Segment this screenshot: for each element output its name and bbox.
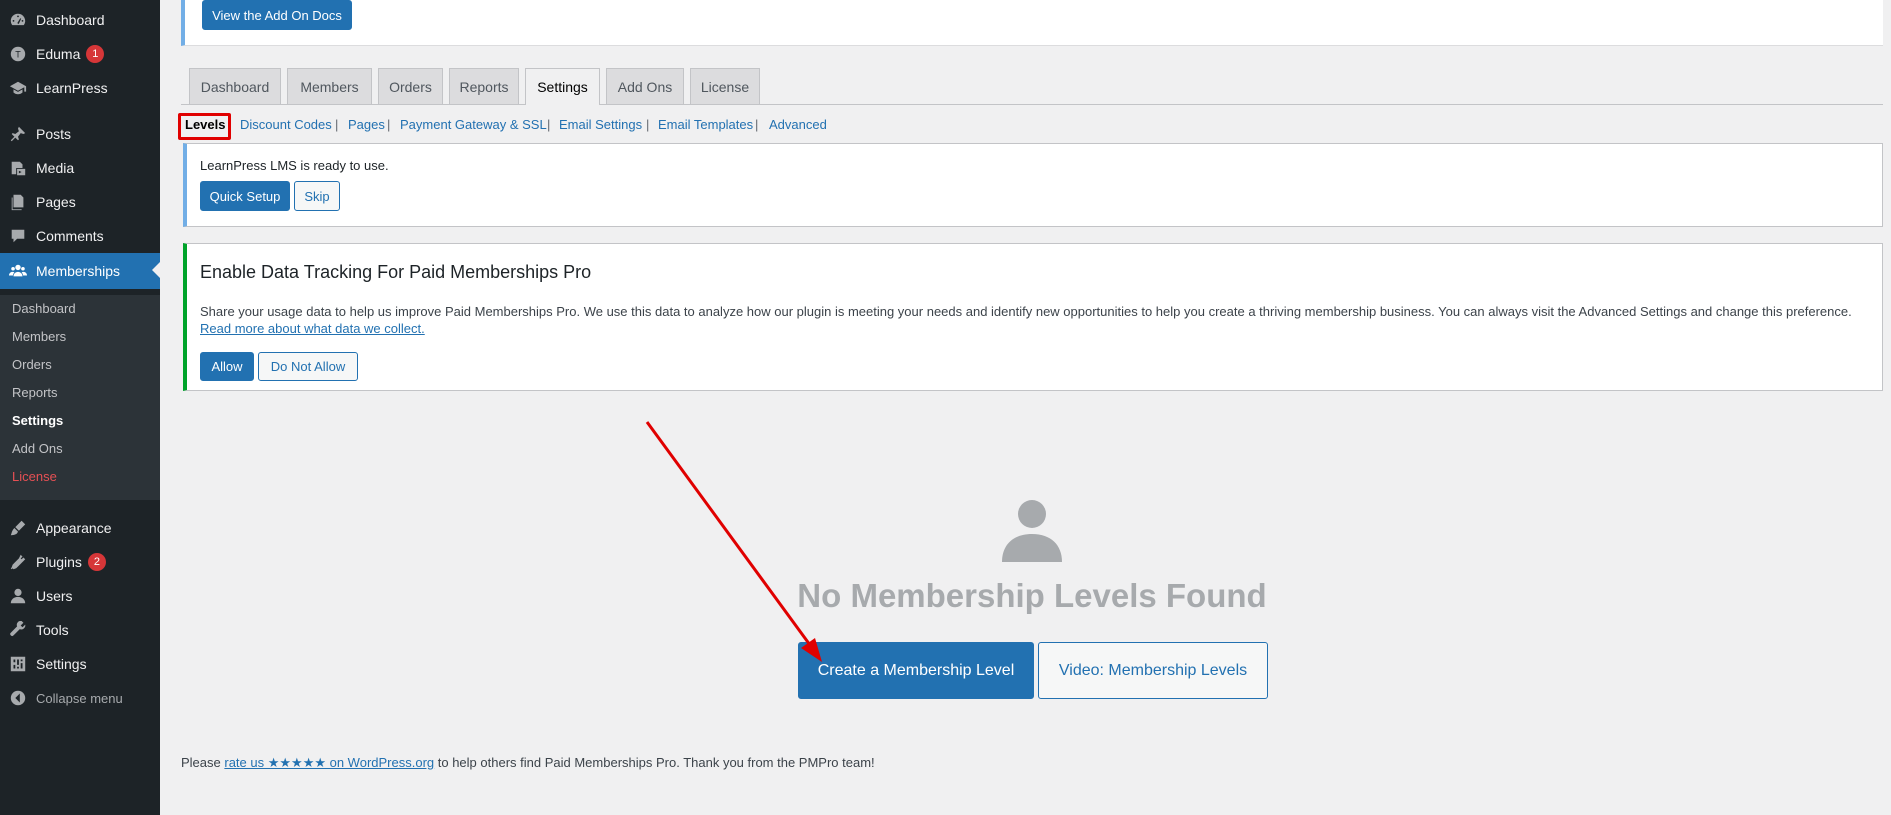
footer-after: to help others find Paid Memberships Pro…: [434, 755, 875, 770]
quick-setup-button[interactable]: Quick Setup: [200, 181, 290, 211]
pin-icon: [9, 125, 27, 143]
tabs-divider: [181, 104, 1883, 105]
subnav-discount-codes[interactable]: Discount Codes: [240, 117, 332, 132]
tab-add-ons[interactable]: Add Ons: [606, 68, 684, 104]
subnav-separator: |: [646, 117, 650, 132]
levels-highlight-box: [178, 113, 231, 140]
subnav-separator: |: [547, 117, 551, 132]
tab-license[interactable]: License: [690, 68, 760, 104]
subnav-separator: |: [755, 117, 759, 132]
menu-plugins[interactable]: Plugins 2: [0, 545, 160, 579]
rate-us-link[interactable]: rate us ★★★★★ on WordPress.org: [224, 755, 434, 770]
menu-label: LearnPress: [36, 80, 108, 96]
submenu-orders[interactable]: Orders: [12, 357, 52, 372]
view-add-on-docs-button[interactable]: View the Add On Docs: [202, 0, 352, 30]
svg-text:T: T: [15, 50, 21, 60]
menu-label: Users: [36, 588, 73, 604]
subnav-separator: |: [335, 117, 339, 132]
learnpress-icon: [9, 79, 27, 97]
menu-label: Pages: [36, 194, 76, 210]
comment-icon: [9, 227, 27, 245]
tab-reports[interactable]: Reports: [449, 68, 519, 104]
subnav-separator: |: [387, 117, 391, 132]
menu-label: Collapse menu: [36, 690, 123, 706]
menu-users[interactable]: Users: [0, 579, 160, 613]
collapse-icon: [9, 689, 27, 707]
collapse-menu-button[interactable]: Collapse menu: [0, 681, 160, 715]
dashboard-icon: [9, 11, 27, 29]
person-icon: [1002, 500, 1062, 562]
settings-icon: [9, 655, 27, 673]
menu-label: Comments: [36, 228, 104, 244]
user-icon: [9, 587, 27, 605]
add-on-docs-box: View the Add On Docs: [181, 0, 1883, 46]
menu-label: Plugins: [36, 554, 82, 570]
tab-orders[interactable]: Orders: [378, 68, 443, 104]
subnav-email-settings[interactable]: Email Settings: [559, 117, 642, 132]
menu-eduma[interactable]: T Eduma 1: [0, 37, 160, 71]
menu-appearance[interactable]: Appearance: [0, 511, 160, 545]
menu-comments[interactable]: Comments: [0, 219, 160, 253]
subnav-pages[interactable]: Pages: [348, 117, 385, 132]
submenu-add-ons[interactable]: Add Ons: [12, 441, 63, 456]
menu-posts[interactable]: Posts: [0, 117, 160, 151]
allow-button[interactable]: Allow: [200, 352, 254, 381]
pages-icon: [9, 193, 27, 211]
notice-title: Enable Data Tracking For Paid Membership…: [200, 262, 592, 282]
wrench-icon: [9, 621, 27, 639]
admin-sidebar: Dashboard T Eduma 1 LearnPress Posts Med…: [0, 0, 160, 815]
menu-label: Tools: [36, 622, 69, 638]
skip-button[interactable]: Skip: [294, 181, 340, 211]
menu-tools[interactable]: Tools: [0, 613, 160, 647]
menu-settings[interactable]: Settings: [0, 647, 160, 681]
learnpress-notice: LearnPress LMS is ready to use. Quick Se…: [183, 143, 1883, 227]
active-menu-arrow: [152, 262, 160, 278]
tab-settings[interactable]: Settings: [525, 68, 600, 105]
plugin-icon: [9, 553, 27, 571]
menu-dashboard[interactable]: Dashboard: [0, 3, 160, 37]
create-membership-level-button[interactable]: Create a Membership Level: [798, 642, 1034, 699]
notice-body-text: Share your usage data to help us improve…: [200, 304, 1852, 319]
update-badge: 2: [87, 553, 106, 571]
tab-dashboard[interactable]: Dashboard: [189, 68, 281, 104]
notice-body: Share your usage data to help us improve…: [200, 304, 1870, 338]
update-badge: 1: [86, 45, 105, 63]
menu-label: Appearance: [36, 520, 112, 536]
submenu-members[interactable]: Members: [12, 329, 66, 344]
menu-label: Dashboard: [36, 12, 105, 28]
data-tracking-notice: Enable Data Tracking For Paid Membership…: [183, 243, 1883, 391]
menu-label: Posts: [36, 126, 72, 142]
empty-state-title: No Membership Levels Found: [797, 577, 1267, 614]
menu-label: Eduma: [36, 46, 81, 62]
subnav-email-templates[interactable]: Email Templates: [658, 117, 753, 132]
notice-text: LearnPress LMS is ready to use.: [200, 158, 389, 173]
media-icon: [9, 159, 27, 177]
submenu-license[interactable]: License: [12, 469, 57, 484]
subnav-advanced[interactable]: Advanced: [769, 117, 827, 132]
video-membership-levels-button[interactable]: Video: Membership Levels: [1038, 642, 1268, 699]
menu-label: Media: [36, 160, 75, 176]
brush-icon: [9, 519, 27, 537]
eduma-icon: T: [9, 45, 27, 63]
footer-before: Please: [181, 755, 225, 770]
tab-members[interactable]: Members: [287, 68, 372, 104]
menu-memberships[interactable]: Memberships: [0, 253, 160, 289]
menu-media[interactable]: Media: [0, 151, 160, 185]
subnav-payment-gateway[interactable]: Payment Gateway & SSL: [400, 117, 547, 132]
menu-label: Settings: [36, 656, 87, 672]
menu-learnpress[interactable]: LearnPress: [0, 71, 160, 105]
memberships-submenu: Dashboard Members Orders Reports Setting…: [0, 295, 160, 500]
submenu-settings[interactable]: Settings: [12, 413, 63, 428]
menu-label: Memberships: [36, 263, 121, 279]
menu-pages[interactable]: Pages: [0, 185, 160, 219]
groups-icon: [9, 262, 27, 280]
submenu-dashboard[interactable]: Dashboard: [12, 301, 76, 316]
footer-text: Please rate us ★★★★★ on WordPress.org to…: [181, 755, 875, 771]
submenu-reports[interactable]: Reports: [12, 385, 58, 400]
do-not-allow-button[interactable]: Do Not Allow: [258, 352, 358, 381]
read-more-link[interactable]: Read more about what data we collect.: [200, 321, 425, 336]
